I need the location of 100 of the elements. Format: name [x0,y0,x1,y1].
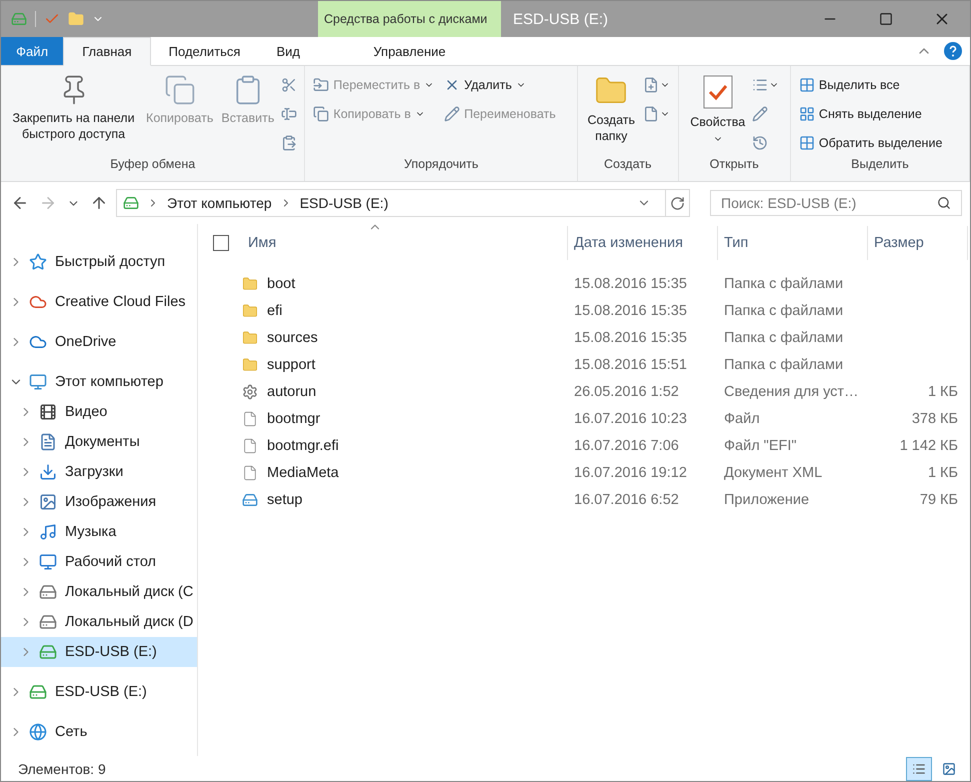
folder-icon [242,302,258,318]
settings-file-icon [242,384,258,400]
usb-drive-icon [29,683,47,701]
date-cell-text: 26.05.2016 1:52 [573,384,680,400]
column-header[interactable]: Имя [242,226,568,260]
size-cell-text: 378 КБ [910,410,958,426]
select-all-checkbox[interactable] [213,235,229,251]
size-cell-text: 79 КБ [918,492,958,508]
type-cell-text: Документ XML [723,464,824,480]
file-name: sources [267,330,318,346]
network-icon [29,723,47,741]
rename-icon [444,106,460,122]
history-icon [752,135,768,151]
computer-icon [29,373,47,391]
date-cell-text: 16.07.2016 7:06 [573,438,680,454]
scissors-icon [281,77,298,93]
checked-document-icon [702,74,734,110]
file-name: efi [267,302,282,318]
file-row[interactable]: autorun 26.05.2016 1:52 Сведения для уст… 1 КБ [213,378,970,405]
ribbon-tab[interactable]: Управление [318,37,501,65]
file-row[interactable]: sources 15.08.2016 15:35 Папка с файлами [213,324,970,351]
select-all-icon [798,77,815,93]
ribbon-button[interactable]: Удалить [440,72,560,98]
type-cell-text: Папка с файлами [723,330,844,346]
type-cell-text: Сведения для уст… [723,384,860,400]
ribbon-button[interactable]: Снять выделение [794,101,946,127]
file-row[interactable]: bootmgr 16.07.2016 10:23 Файл 378 КБ [213,405,970,432]
help-icon[interactable] [944,42,962,60]
move-icon [313,77,330,93]
column-header[interactable]: Дата изменения [568,226,718,260]
file-row[interactable]: setup 16.07.2016 6:52 Приложение 79 КБ [213,486,970,513]
breadcrumb[interactable]: ESD-USB (E:) [300,195,388,211]
size-cell-text: 1 142 КБ [898,438,958,454]
type-cell-text: Папка с файлами [723,356,844,372]
group-label: Буфер обмена [109,157,196,173]
ribbon-button[interactable]: Выделить все [794,72,946,98]
nav-item[interactable]: Видео [1,397,197,427]
file-name: bootmgr.efi [267,438,339,454]
address-bar[interactable]: Этот компьютер ESD-USB (E:) [116,189,690,217]
column-header[interactable]: Размер [868,226,968,260]
nav-item[interactable]: ESD-USB (E:) [1,637,197,667]
window-title: ESD-USB (E:) [512,10,610,30]
nav-item[interactable]: Изображения [1,487,197,517]
nav-item[interactable]: Музыка [1,517,197,547]
details-view-button[interactable] [906,756,932,780]
music-folder-icon [39,523,57,541]
date-cell-text: 15.08.2016 15:35 [573,276,688,292]
file-row[interactable]: bootmgr.efi 16.07.2016 7:06 Файл "EFI" 1 142 КБ [213,432,970,459]
drive-icon [39,613,57,631]
date-cell-text: 16.07.2016 19:12 [573,464,688,480]
search-field[interactable]: Поиск: ESD-USB (E:) [710,190,962,216]
paste-shortcut-icon [281,135,298,151]
file-icon [242,464,258,480]
nav-item[interactable]: Сеть [1,717,197,747]
ribbon-button[interactable]: Обратить выделение [794,130,946,156]
file-row[interactable]: support 15.08.2016 15:51 Папка с файлами [213,351,970,378]
size-cell-text: 1 КБ [926,384,958,400]
path-icon [281,106,298,122]
refresh-icon[interactable] [670,196,685,210]
forward-arrow-icon [39,194,57,212]
nav-item[interactable]: Быстрый доступ [1,247,197,277]
ribbon-tab[interactable]: Файл [1,37,64,65]
nav-item[interactable]: Документы [1,427,197,457]
nav-item[interactable]: Локальный диск (C [1,577,197,607]
date-cell-text: 15.08.2016 15:35 [573,330,688,346]
nav-item[interactable]: Рабочий стол [1,547,197,577]
nav-item[interactable]: Creative Cloud Files [1,287,197,317]
item-count: Элементов: 9 [18,760,106,776]
search-icon [937,196,951,210]
column-header[interactable]: Тип [718,226,868,260]
ribbon-button[interactable]: Свойства [687,72,748,157]
usb-drive-icon [123,195,139,211]
copy-icon [164,74,196,106]
file-row[interactable]: efi 15.08.2016 15:35 Папка с файлами [213,297,970,324]
file-name: support [267,356,316,372]
nav-item[interactable]: OneDrive [1,327,197,357]
nav-item[interactable]: Локальный диск (D [1,607,197,637]
ribbon-button[interactable]: Создать папку [583,72,640,157]
ribbon-button[interactable]: Закрепить на панели быстрого доступа [6,72,142,157]
file-name: MediaMeta [267,464,339,480]
file-row[interactable]: MediaMeta 16.07.2016 19:12 Документ XML 1 КБ [213,459,970,486]
folder-icon [242,330,258,346]
date-cell-text: 15.08.2016 15:51 [573,356,688,372]
film-folder-icon [39,403,57,421]
nav-item[interactable]: ESD-USB (E:) [1,677,197,707]
folder-icon[interactable] [68,11,84,27]
file-row[interactable]: boot 15.08.2016 15:35 Папка с файлами [213,270,970,297]
group-label: Создать [603,157,653,173]
nav-item[interactable]: Загрузки [1,457,197,487]
date-cell-text: 16.07.2016 6:52 [573,492,680,508]
list-icon [912,762,926,776]
file-name: bootmgr [267,410,320,426]
nav-item[interactable]: Этот компьютер [1,367,197,397]
file-icon [242,438,258,454]
maximize-icon[interactable] [879,12,893,26]
breadcrumb[interactable]: Этот компьютер [167,195,272,211]
ribbon-tab[interactable]: Вид [258,37,318,65]
ribbon-tab[interactable]: Поделиться [150,37,258,65]
ribbon-tab[interactable]: Главная [63,37,151,66]
invert-selection-icon [798,135,815,151]
